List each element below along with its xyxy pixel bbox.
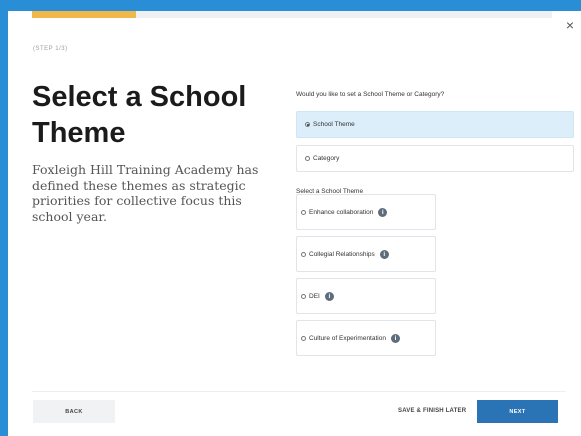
radio-unselected-icon[interactable] (305, 156, 310, 161)
close-icon[interactable]: × (563, 18, 577, 32)
theme-label: Collegial Relationships (309, 250, 375, 258)
radio-selected-icon[interactable] (305, 122, 310, 127)
footer-divider (32, 391, 566, 392)
step-indicator: (STEP 1/3) (33, 46, 68, 52)
theme-label: Culture of Experimentation (309, 334, 386, 342)
save-and-finish-later-button[interactable]: SAVE & FINISH LATER (398, 408, 466, 414)
radio-unselected-icon[interactable] (301, 293, 306, 299)
option-label: Category (313, 155, 340, 162)
info-icon[interactable]: i (324, 291, 334, 301)
theme-label: DEI (309, 292, 320, 300)
option-label: School Theme (313, 121, 355, 128)
progress-bar-fill (32, 11, 136, 18)
theme-option-enhance-collaboration[interactable]: Enhance collaboration i (296, 194, 436, 230)
radio-unselected-icon[interactable] (301, 251, 306, 257)
option-school-theme[interactable]: School Theme (296, 111, 574, 138)
select-theme-modal: × (STEP 1/3) Select a School Theme Foxle… (8, 11, 581, 436)
info-icon[interactable]: i (378, 207, 388, 217)
theme-option-collegial-relationships[interactable]: Collegial Relationships i (296, 236, 436, 272)
radio-unselected-icon[interactable] (301, 335, 306, 341)
back-button[interactable]: BACK (33, 400, 115, 423)
info-icon[interactable]: i (379, 249, 389, 259)
theme-option-culture-of-experimentation[interactable]: Culture of Experimentation i (296, 320, 436, 356)
theme-label: Enhance collaboration (309, 208, 374, 216)
page-title: Select a School Theme (32, 81, 247, 149)
intro-description: Foxleigh Hill Training Academy has defin… (32, 162, 259, 224)
next-button[interactable]: NEXT (477, 400, 558, 423)
radio-unselected-icon[interactable] (301, 209, 306, 215)
progress-bar (32, 11, 552, 18)
option-category[interactable]: Category (296, 145, 574, 172)
theme-option-dei[interactable]: DEI i (296, 278, 436, 314)
info-icon[interactable]: i (390, 333, 400, 343)
theme-or-category-question: Would you like to set a School Theme or … (296, 91, 445, 98)
